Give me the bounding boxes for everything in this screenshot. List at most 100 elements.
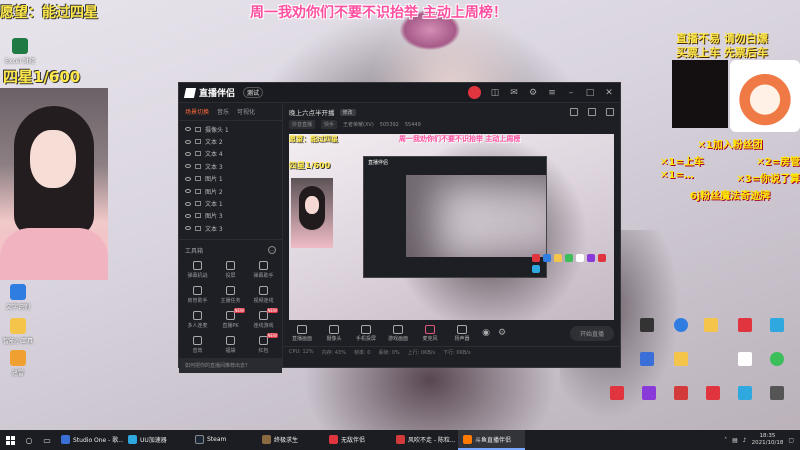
stream-preview[interactable]: 愿望：能过四星 周一我劝你们不要不识抬举 主动上周榜 四星1/600 直播伴侣 [289, 134, 614, 320]
app-icon[interactable] [706, 386, 720, 400]
desktop-icon[interactable]: 迅雷 [0, 350, 36, 377]
app-icon[interactable] [674, 352, 688, 366]
clock[interactable]: 18:35 2021/10/18 [752, 433, 784, 447]
tool-button[interactable]: 音效 [181, 335, 214, 354]
list-item[interactable]: 图片 1 [179, 173, 282, 185]
taskbar-item[interactable]: UU加速器 [123, 430, 190, 450]
tool-button[interactable]: NEW 直播PK [214, 307, 247, 329]
share-out-icon[interactable] [606, 108, 614, 116]
minimize-icon[interactable]: – [566, 88, 576, 98]
gift-row: ✕1=上车 ✕2=房管 [660, 157, 800, 168]
app-icon[interactable] [770, 386, 784, 400]
app-icon[interactable] [640, 318, 654, 332]
chevron-up-icon[interactable]: ˄ [724, 437, 727, 444]
companion-icon [329, 434, 338, 444]
network-icon[interactable]: ▤ [732, 437, 738, 444]
share-icon[interactable] [570, 108, 578, 116]
eye-icon[interactable] [185, 201, 191, 206]
camera-button[interactable]: 摄像头 [321, 324, 347, 342]
tool-button[interactable]: 福袋 [214, 335, 247, 354]
search-icon[interactable]: ○ [20, 430, 38, 450]
menu-icon[interactable]: ≡ [547, 88, 557, 98]
app-icon[interactable] [738, 318, 752, 332]
link-icon[interactable] [588, 108, 596, 116]
taskbar-item[interactable]: 终极求生 [257, 430, 324, 450]
list-item[interactable]: 图片 2 [179, 185, 282, 197]
gift-icon[interactable]: ◫ [490, 88, 500, 98]
app-icon[interactable] [704, 318, 718, 332]
tool-button[interactable]: 弹幕助手 [247, 260, 280, 279]
volume-icon[interactable]: ♪ [743, 437, 747, 444]
eye-icon[interactable] [185, 151, 191, 156]
gift-row: ✕1=… ✕3=你说了算 [660, 170, 800, 185]
tool-icon [226, 285, 235, 295]
notification-icon[interactable]: ▢ [788, 437, 794, 444]
image-icon [195, 176, 201, 182]
list-item[interactable]: 图片 3 [179, 210, 282, 222]
speaker-button[interactable]: 扬声器 [449, 324, 475, 342]
settings-icon[interactable]: ⚙ [528, 88, 538, 98]
desktop-icon[interactable]: 智能小工具 [0, 318, 36, 345]
task-view-icon[interactable]: ▭ [38, 430, 56, 450]
system-tray: ˄ ▤ ♪ 18:35 2021/10/18 ▢ [724, 433, 800, 447]
app-icon[interactable] [610, 386, 624, 400]
taskbar-item[interactable]: Steam [190, 430, 257, 450]
tool-button[interactable]: 多人连麦 [181, 310, 214, 329]
app-icon[interactable] [738, 352, 752, 366]
recommend-notice[interactable]: 如何把你的直播间推荐出去？ [179, 357, 282, 373]
eye-icon[interactable] [185, 226, 191, 231]
list-item[interactable]: 文本 1 [179, 197, 282, 209]
user-avatar[interactable] [468, 86, 481, 99]
tool-button[interactable]: 投屏 [214, 260, 247, 279]
tool-button[interactable]: 主播任务 [214, 285, 247, 304]
eye-icon[interactable] [185, 164, 191, 169]
desktop-icon[interactable]: 文字识别 [0, 284, 36, 311]
desktop-icon[interactable]: Excel 财经 [2, 38, 38, 65]
taskbar-item[interactable]: 斗鱼直播伴侣 [458, 430, 525, 450]
list-item[interactable]: 摄像头 1 [179, 123, 282, 135]
tool-button[interactable]: 视频连线 [247, 285, 280, 304]
app-icon[interactable] [770, 318, 784, 332]
maximize-icon[interactable]: □ [585, 88, 595, 98]
app-icon[interactable] [640, 352, 654, 366]
eye-icon[interactable]: ◉ [481, 328, 491, 338]
app-icon[interactable] [770, 352, 784, 366]
more-tools-button[interactable]: … [268, 246, 276, 255]
eye-icon[interactable] [185, 139, 191, 144]
app-icon[interactable] [642, 386, 656, 400]
taskbar-item[interactable]: Studio One - 歌... [56, 430, 123, 450]
app-icon[interactable] [674, 318, 688, 332]
list-item[interactable]: 文本 2 [179, 135, 282, 147]
taskbar-item[interactable]: 风吹不走 - 陈粒... [391, 430, 458, 450]
tool-button[interactable]: 弹幕机战 [181, 260, 214, 279]
category-chip[interactable]: 快手 [321, 120, 338, 129]
phone-cast-button[interactable]: 手机投屏 [353, 324, 379, 342]
tool-button[interactable]: NEW 红包 [247, 332, 280, 354]
microphone-button[interactable]: 麦克风 [417, 324, 443, 342]
eye-icon[interactable] [185, 176, 191, 181]
close-icon[interactable]: ✕ [604, 88, 614, 98]
tool-button[interactable]: 房管助手 [181, 285, 214, 304]
tab-scene[interactable]: 场景切换 [185, 107, 209, 116]
platform-chip[interactable]: 抖音直播 [289, 120, 316, 129]
tool-button[interactable]: NEW 连线游戏 [247, 307, 280, 329]
app-icon[interactable] [674, 386, 688, 400]
message-icon[interactable]: ✉ [509, 88, 519, 98]
edit-title-button[interactable]: 修改 [339, 108, 356, 116]
list-item[interactable]: 文本 3 [179, 160, 282, 172]
list-item[interactable]: 文本 4 [179, 148, 282, 160]
app-titlebar[interactable]: 直播伴侣 测试 ◫ ✉ ⚙ ≡ – □ ✕ [179, 83, 620, 103]
app-icon[interactable] [738, 386, 752, 400]
settings-icon[interactable]: ⚙ [497, 328, 507, 338]
eye-icon[interactable] [185, 127, 191, 132]
eye-icon[interactable] [185, 213, 191, 218]
tab-visual[interactable]: 可视化 [237, 107, 255, 116]
taskbar-item[interactable]: 无敌伴侣 [324, 430, 391, 450]
game-capture-button[interactable]: 游戏画面 [385, 324, 411, 342]
tab-music[interactable]: 音乐 [217, 107, 229, 116]
start-live-button[interactable]: 开始直播 [569, 325, 614, 341]
eye-icon[interactable] [185, 189, 191, 194]
list-item[interactable]: 文本 3 [179, 222, 282, 234]
start-button[interactable] [0, 430, 20, 450]
screen-capture-button[interactable]: 直播画面 [289, 324, 315, 342]
